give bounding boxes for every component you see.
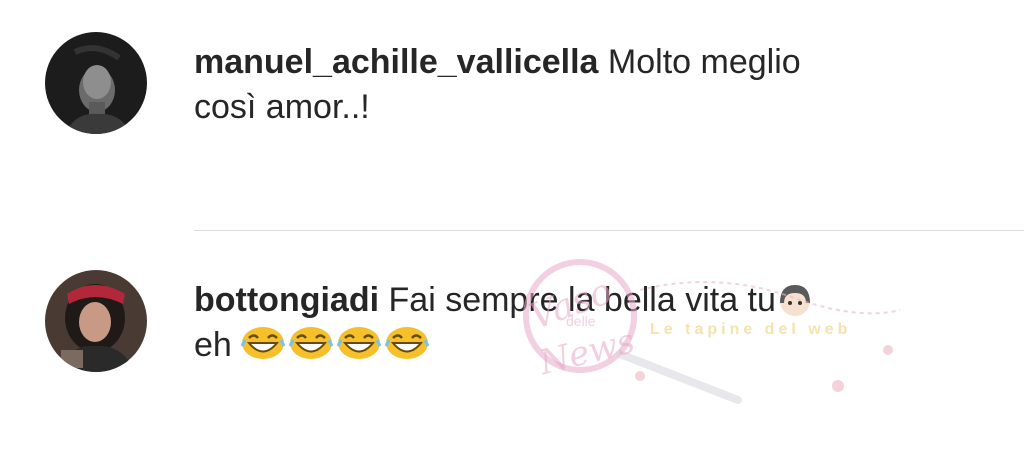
profile-photo-woman [45,270,147,372]
comment-text: manuel_achille_vallicella Molto meglio c… [194,40,914,130]
comment-body-line1: Molto meglio [607,43,801,81]
girl-face-emoji [776,281,814,316]
comment-body-line1: Fai sempre la bella vita tu [388,281,776,319]
laughing-emoji [241,326,286,360]
avatar[interactable] [45,270,147,372]
laughing-emoji [385,326,430,360]
comment-body-line2: eh [194,326,232,364]
username[interactable]: manuel_achille_vallicella [194,43,598,81]
laughing-emoji [289,326,334,360]
comment-text: bottongiadi Fai sempre la bella vita tu … [194,278,914,368]
profile-photo-man [45,32,147,134]
comment-divider [194,230,1024,231]
avatar[interactable] [45,32,147,134]
laughing-emoji [337,326,382,360]
comment-body-line2: così amor..! [194,88,370,126]
username[interactable]: bottongiadi [194,281,379,319]
